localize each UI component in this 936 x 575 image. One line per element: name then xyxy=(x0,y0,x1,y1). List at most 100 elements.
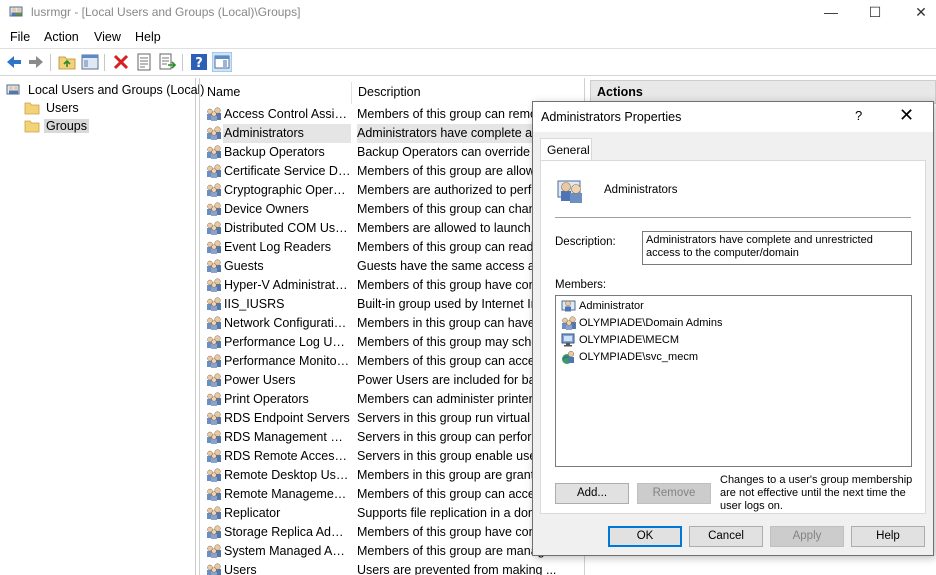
table-row[interactable]: Network Configuratio... Members in this g… xyxy=(200,314,584,333)
group-icon xyxy=(206,277,222,293)
group-name-cell: Hyper-V Administrators xyxy=(224,278,351,292)
column-header-description[interactable]: Description xyxy=(358,85,421,99)
properties-dialog: Administrators Properties ? ✕ General Ad… xyxy=(532,101,934,556)
group-name-cell: Certificate Service DC... xyxy=(224,164,351,178)
user-icon xyxy=(561,300,576,312)
menu-action[interactable]: Action xyxy=(44,30,79,44)
group-icon xyxy=(206,410,222,426)
table-row[interactable]: Power Users Power Users are included for … xyxy=(200,371,584,390)
table-row[interactable]: Performance Monitor ... Members of this g… xyxy=(200,352,584,371)
groups-list: Name Description Access Control Assist..… xyxy=(199,78,585,575)
add-button[interactable]: Add... xyxy=(555,483,629,504)
maximize-button[interactable]: ☐ xyxy=(852,0,898,24)
remove-button[interactable]: Remove xyxy=(637,483,711,504)
export-list-icon[interactable] xyxy=(157,52,177,72)
table-row[interactable]: Users Users are prevented from making ... xyxy=(200,561,584,575)
help-button[interactable]: Help xyxy=(851,526,925,547)
list-header: Name Description xyxy=(200,80,584,104)
table-row[interactable]: RDS Management Ser... Servers in this gro… xyxy=(200,428,584,447)
toolbar-separator xyxy=(182,54,183,71)
group-icon xyxy=(206,296,222,312)
member-name: OLYMPIADE\svc_mecm xyxy=(579,351,698,363)
table-row[interactable]: Replicator Supports file replication in a… xyxy=(200,504,584,523)
group-name-cell: Backup Operators xyxy=(224,145,325,159)
console-tree: Local Users and Groups (Local) Users Gro… xyxy=(0,78,204,575)
general-tab-panel: Administrators Description: Administrato… xyxy=(540,160,926,514)
members-list[interactable]: Administrator OLYMPIADE\Domain Admins OL… xyxy=(555,295,912,467)
table-row[interactable]: Certificate Service DC... Members of this… xyxy=(200,162,584,181)
table-row[interactable]: Event Log Readers Members of this group c… xyxy=(200,238,584,257)
table-row[interactable]: Cryptographic Operat... Members are autho… xyxy=(200,181,584,200)
group-name-cell: Cryptographic Operat... xyxy=(224,183,351,197)
group-name-cell: Access Control Assist... xyxy=(224,107,351,121)
group-name-cell: Power Users xyxy=(224,373,296,387)
svg-text:?: ? xyxy=(195,56,203,71)
group-icon xyxy=(557,180,582,203)
column-header-name[interactable]: Name xyxy=(207,85,240,99)
group-name-cell: Performance Monitor ... xyxy=(224,354,351,368)
table-row[interactable]: RDS Endpoint Servers Servers in this grou… xyxy=(200,409,584,428)
table-row[interactable]: Access Control Assist... Members of this … xyxy=(200,105,584,124)
dialog-titlebar: Administrators Properties ? ✕ xyxy=(533,102,933,132)
table-row[interactable]: Distributed COM Users Members are allowed… xyxy=(200,219,584,238)
table-row[interactable]: Device Owners Members of this group can c… xyxy=(200,200,584,219)
table-row[interactable]: Hyper-V Administrators Members of this gr… xyxy=(200,276,584,295)
member-name: OLYMPIADE\Domain Admins xyxy=(579,317,723,329)
group-name-cell: Storage Replica Admi... xyxy=(224,525,351,539)
group-icon xyxy=(206,163,222,179)
table-row[interactable]: Backup Operators Backup Operators can ove… xyxy=(200,143,584,162)
group-name-cell: Device Owners xyxy=(224,202,309,216)
group-icon xyxy=(206,543,222,559)
table-row[interactable]: RDS Remote Access S... Servers in this gr… xyxy=(200,447,584,466)
tree-label: Local Users and Groups (Local) xyxy=(28,83,205,97)
help-icon[interactable]: ? xyxy=(189,52,209,72)
table-row[interactable]: Remote Desktop Users Members in this grou… xyxy=(200,466,584,485)
folder-icon xyxy=(24,101,40,115)
column-divider[interactable] xyxy=(351,82,352,104)
group-name-cell: Performance Log Users xyxy=(224,335,351,349)
group-icon xyxy=(206,239,222,255)
back-arrow-icon[interactable] xyxy=(4,52,24,72)
dialog-title: Administrators Properties xyxy=(541,110,682,124)
table-row[interactable]: Print Operators Members can administer pr… xyxy=(200,390,584,409)
table-row[interactable]: Administrators Administrators have comple… xyxy=(200,124,584,143)
properties-icon[interactable] xyxy=(134,52,154,72)
separator-line xyxy=(555,217,911,218)
up-folder-icon[interactable] xyxy=(57,52,77,72)
group-name-cell: RDS Endpoint Servers xyxy=(224,411,350,425)
local-users-groups-icon xyxy=(6,84,20,95)
tab-general[interactable]: General xyxy=(540,138,592,161)
delete-icon[interactable] xyxy=(111,52,131,72)
computer-icon xyxy=(561,333,575,347)
table-row[interactable]: Performance Log Users Members of this gro… xyxy=(200,333,584,352)
tab-label: General xyxy=(547,143,590,157)
menu-view[interactable]: View xyxy=(94,30,121,44)
forward-arrow-icon[interactable] xyxy=(26,52,46,72)
group-icon xyxy=(206,182,222,198)
show-hide-action-pane-icon[interactable] xyxy=(212,52,232,72)
description-label: Description: xyxy=(555,236,616,248)
table-row[interactable]: System Managed Acc... Members of this gro… xyxy=(200,542,584,561)
members-label: Members: xyxy=(555,279,607,291)
ok-button[interactable]: OK xyxy=(608,526,682,547)
group-icon xyxy=(206,391,222,407)
minimize-button[interactable]: — xyxy=(808,0,854,24)
menu-help[interactable]: Help xyxy=(135,30,161,44)
group-icon xyxy=(206,106,222,122)
group-icon xyxy=(206,125,222,141)
group-name-cell: Administrators xyxy=(223,124,351,143)
table-row[interactable]: Guests Guests have the same access as m..… xyxy=(200,257,584,276)
apply-button[interactable]: Apply xyxy=(770,526,844,547)
table-row[interactable]: Remote Management... Members of this grou… xyxy=(200,485,584,504)
close-window-button[interactable]: ✕ xyxy=(898,0,936,24)
table-row[interactable]: IIS_IUSRS Built-in group used by Internet… xyxy=(200,295,584,314)
toolbar-separator xyxy=(104,54,105,71)
dialog-close-button[interactable]: ✕ xyxy=(899,105,914,126)
menu-file[interactable]: File xyxy=(10,30,30,44)
membership-note: Changes to a user's group membership are… xyxy=(720,474,913,512)
cancel-button[interactable]: Cancel xyxy=(689,526,763,547)
show-hide-console-tree-icon[interactable] xyxy=(80,52,100,72)
dialog-help-button[interactable]: ? xyxy=(855,108,862,123)
table-row[interactable]: Storage Replica Admi... Members of this g… xyxy=(200,523,584,542)
description-field[interactable]: Administrators have complete and unrestr… xyxy=(642,231,912,265)
